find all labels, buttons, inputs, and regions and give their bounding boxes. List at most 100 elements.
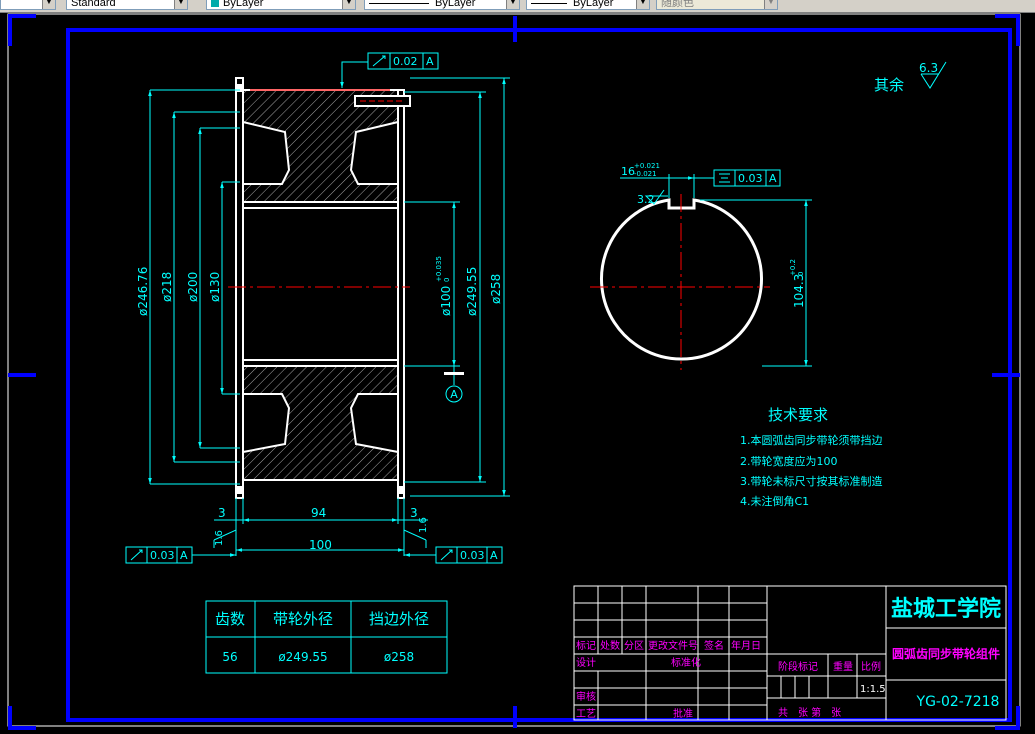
tb-label: 批准 — [673, 707, 693, 720]
tb-label: 标记 — [576, 640, 596, 652]
roughness-note-value: 6.3 — [919, 61, 938, 75]
tb-label: 阶段标记 — [778, 660, 818, 673]
left-flange — [235, 77, 244, 499]
top-tol-value: 0.02 — [393, 55, 418, 68]
parameter-table: 齿数 带轮外径 挡边外径 56 ø249.55 ø258 — [205, 600, 448, 674]
bottom-left-tol-value: 0.03 — [150, 549, 175, 562]
general-roughness-note: 其余 6.3 — [874, 61, 947, 94]
runout-icon — [372, 55, 386, 67]
title-block: 标记 处数 分区 更改文件号 签名 年月日 设计 标准化 阶段标记 重量 比例 … — [573, 585, 1007, 721]
roughness-left: 1.6 — [214, 530, 225, 546]
tb-drawing-number: YG-02-7218 — [916, 694, 1000, 710]
tech-req-item: 3.带轮未标尺寸按其标准制造 — [740, 474, 883, 488]
layer-dropdown[interactable]: ▼ — [0, 0, 56, 10]
dim-d3: ø200 — [186, 272, 200, 302]
dim-d2: ø218 — [160, 272, 174, 302]
tb-scale: 1:1.5 — [860, 684, 886, 695]
tb-label: 审核 — [576, 690, 596, 703]
tb-label: 签名 — [704, 639, 724, 652]
right-flange — [397, 89, 405, 499]
keyway-depth: 104.3 — [792, 274, 806, 308]
color-swatch-icon — [211, 0, 219, 8]
bore-keyway-view — [590, 194, 770, 370]
top-runout-tolerance-frame: 0.02 A — [340, 52, 439, 88]
linetype-value: ByLayer — [435, 0, 476, 9]
lineweight-value: ByLayer — [573, 0, 614, 9]
dim-d6: ø258 — [489, 274, 503, 304]
datum-a-marker: A — [444, 366, 464, 403]
tech-req-item: 2.带轮宽度应为100 — [740, 454, 838, 468]
color-value: ByLayer — [223, 0, 264, 9]
linetype-preview — [369, 2, 429, 4]
tb-label: 比例 — [861, 660, 881, 673]
text-style-value: Standard — [71, 0, 116, 9]
tb-label: 更改文件号 — [648, 639, 698, 652]
text-style-dropdown[interactable]: Standard ▼ — [66, 0, 188, 10]
upper-right-cutout — [349, 120, 399, 185]
keyway-tol-lower: -0.021 — [634, 170, 657, 178]
keyway-roughness: 3.2 — [637, 193, 655, 206]
drawing-canvas[interactable]: 其余 6.3 ø246.76 ø218 ø200 ø130 ø100 +0.03… — [0, 12, 1035, 734]
bore-circle-with-keyway — [600, 198, 763, 361]
bottom-right-tol-value: 0.03 — [460, 549, 485, 562]
dim-d1: ø246.76 — [136, 267, 150, 316]
keyway-tol-upper: +0.021 — [634, 162, 660, 170]
keyway-depth-tol-lower: 0 — [797, 272, 805, 276]
plot-style-dropdown[interactable]: 随颜色 ▼ — [656, 0, 778, 10]
lineweight-dropdown[interactable]: ByLayer ▼ — [526, 0, 650, 10]
dim-w-mid: 94 — [311, 506, 326, 520]
tb-label: 工艺 — [576, 708, 596, 720]
table-header: 挡边外径 — [369, 610, 429, 628]
symmetry-tol-datum: A — [769, 172, 777, 185]
runout-icon — [130, 549, 143, 561]
tb-label: 年月日 — [731, 639, 761, 652]
tb-part-name: 圆弧齿同步带轮组件 — [892, 646, 1000, 661]
lower-right-cutout — [349, 393, 399, 454]
tech-req-item: 4.未注倒角C1 — [740, 494, 809, 508]
tech-req-item: 1.本圆弧齿同步带轮须带挡边 — [740, 433, 883, 447]
drawing-frame — [7, 13, 1021, 730]
table-cell: 56 — [222, 650, 237, 664]
dim-bore: ø100 — [439, 286, 453, 316]
keyway-depth-tol-upper: +0.2 — [789, 259, 797, 276]
tb-label: 设计 — [576, 656, 596, 669]
keyway-width: 16 — [621, 165, 635, 178]
tb-label: 处数 — [600, 639, 620, 652]
chevron-down-icon: ▼ — [764, 0, 777, 9]
lower-left-cutout — [242, 393, 291, 454]
bottom-right-tolerance-frame: 0.03 A — [404, 546, 503, 564]
bottom-right-tol-datum: A — [490, 549, 498, 562]
plot-style-value: 随颜色 — [661, 0, 694, 9]
tb-label: 共 张 第 张 — [778, 706, 841, 719]
upper-left-cutout — [242, 120, 291, 185]
tb-label: 分区 — [624, 640, 644, 652]
roughness-note-label: 其余 — [874, 76, 904, 94]
lineweight-preview — [531, 2, 567, 4]
bottom-left-tolerance-frame: 0.03 A — [125, 546, 236, 564]
tb-label: 标准化 — [671, 656, 701, 669]
width-dim-labels: 3 94 3 100 1.6 1.6 — [214, 506, 429, 552]
dim-d5: ø249.55 — [465, 267, 479, 316]
linetype-dropdown[interactable]: ByLayer ▼ — [364, 0, 520, 10]
bore-outline — [242, 201, 399, 367]
dim-w-right: 3 — [410, 506, 418, 520]
table-cell: ø249.55 — [278, 650, 327, 664]
color-dropdown[interactable]: ByLayer ▼ — [206, 0, 356, 10]
tech-req-title: 技术要求 — [768, 406, 828, 424]
chevron-down-icon: ▼ — [506, 0, 519, 9]
table-cell: ø258 — [384, 650, 414, 664]
chevron-down-icon: ▼ — [174, 0, 187, 9]
dim-w-total: 100 — [309, 538, 332, 552]
chevron-down-icon: ▼ — [342, 0, 355, 9]
pulley-section-view — [228, 77, 411, 499]
tb-school-name: 盐城工学院 — [891, 596, 1001, 622]
symmetry-tol-value: 0.03 — [738, 172, 763, 185]
dim-w-left: 3 — [218, 506, 226, 520]
tb-label: 重量 — [833, 660, 853, 673]
dim-d4: ø130 — [208, 272, 222, 302]
top-tol-datum: A — [426, 55, 434, 68]
table-header: 齿数 — [215, 610, 245, 628]
bottom-left-tol-datum: A — [180, 549, 188, 562]
table-header: 带轮外径 — [273, 610, 333, 628]
roughness-right: 1.6 — [418, 517, 429, 533]
